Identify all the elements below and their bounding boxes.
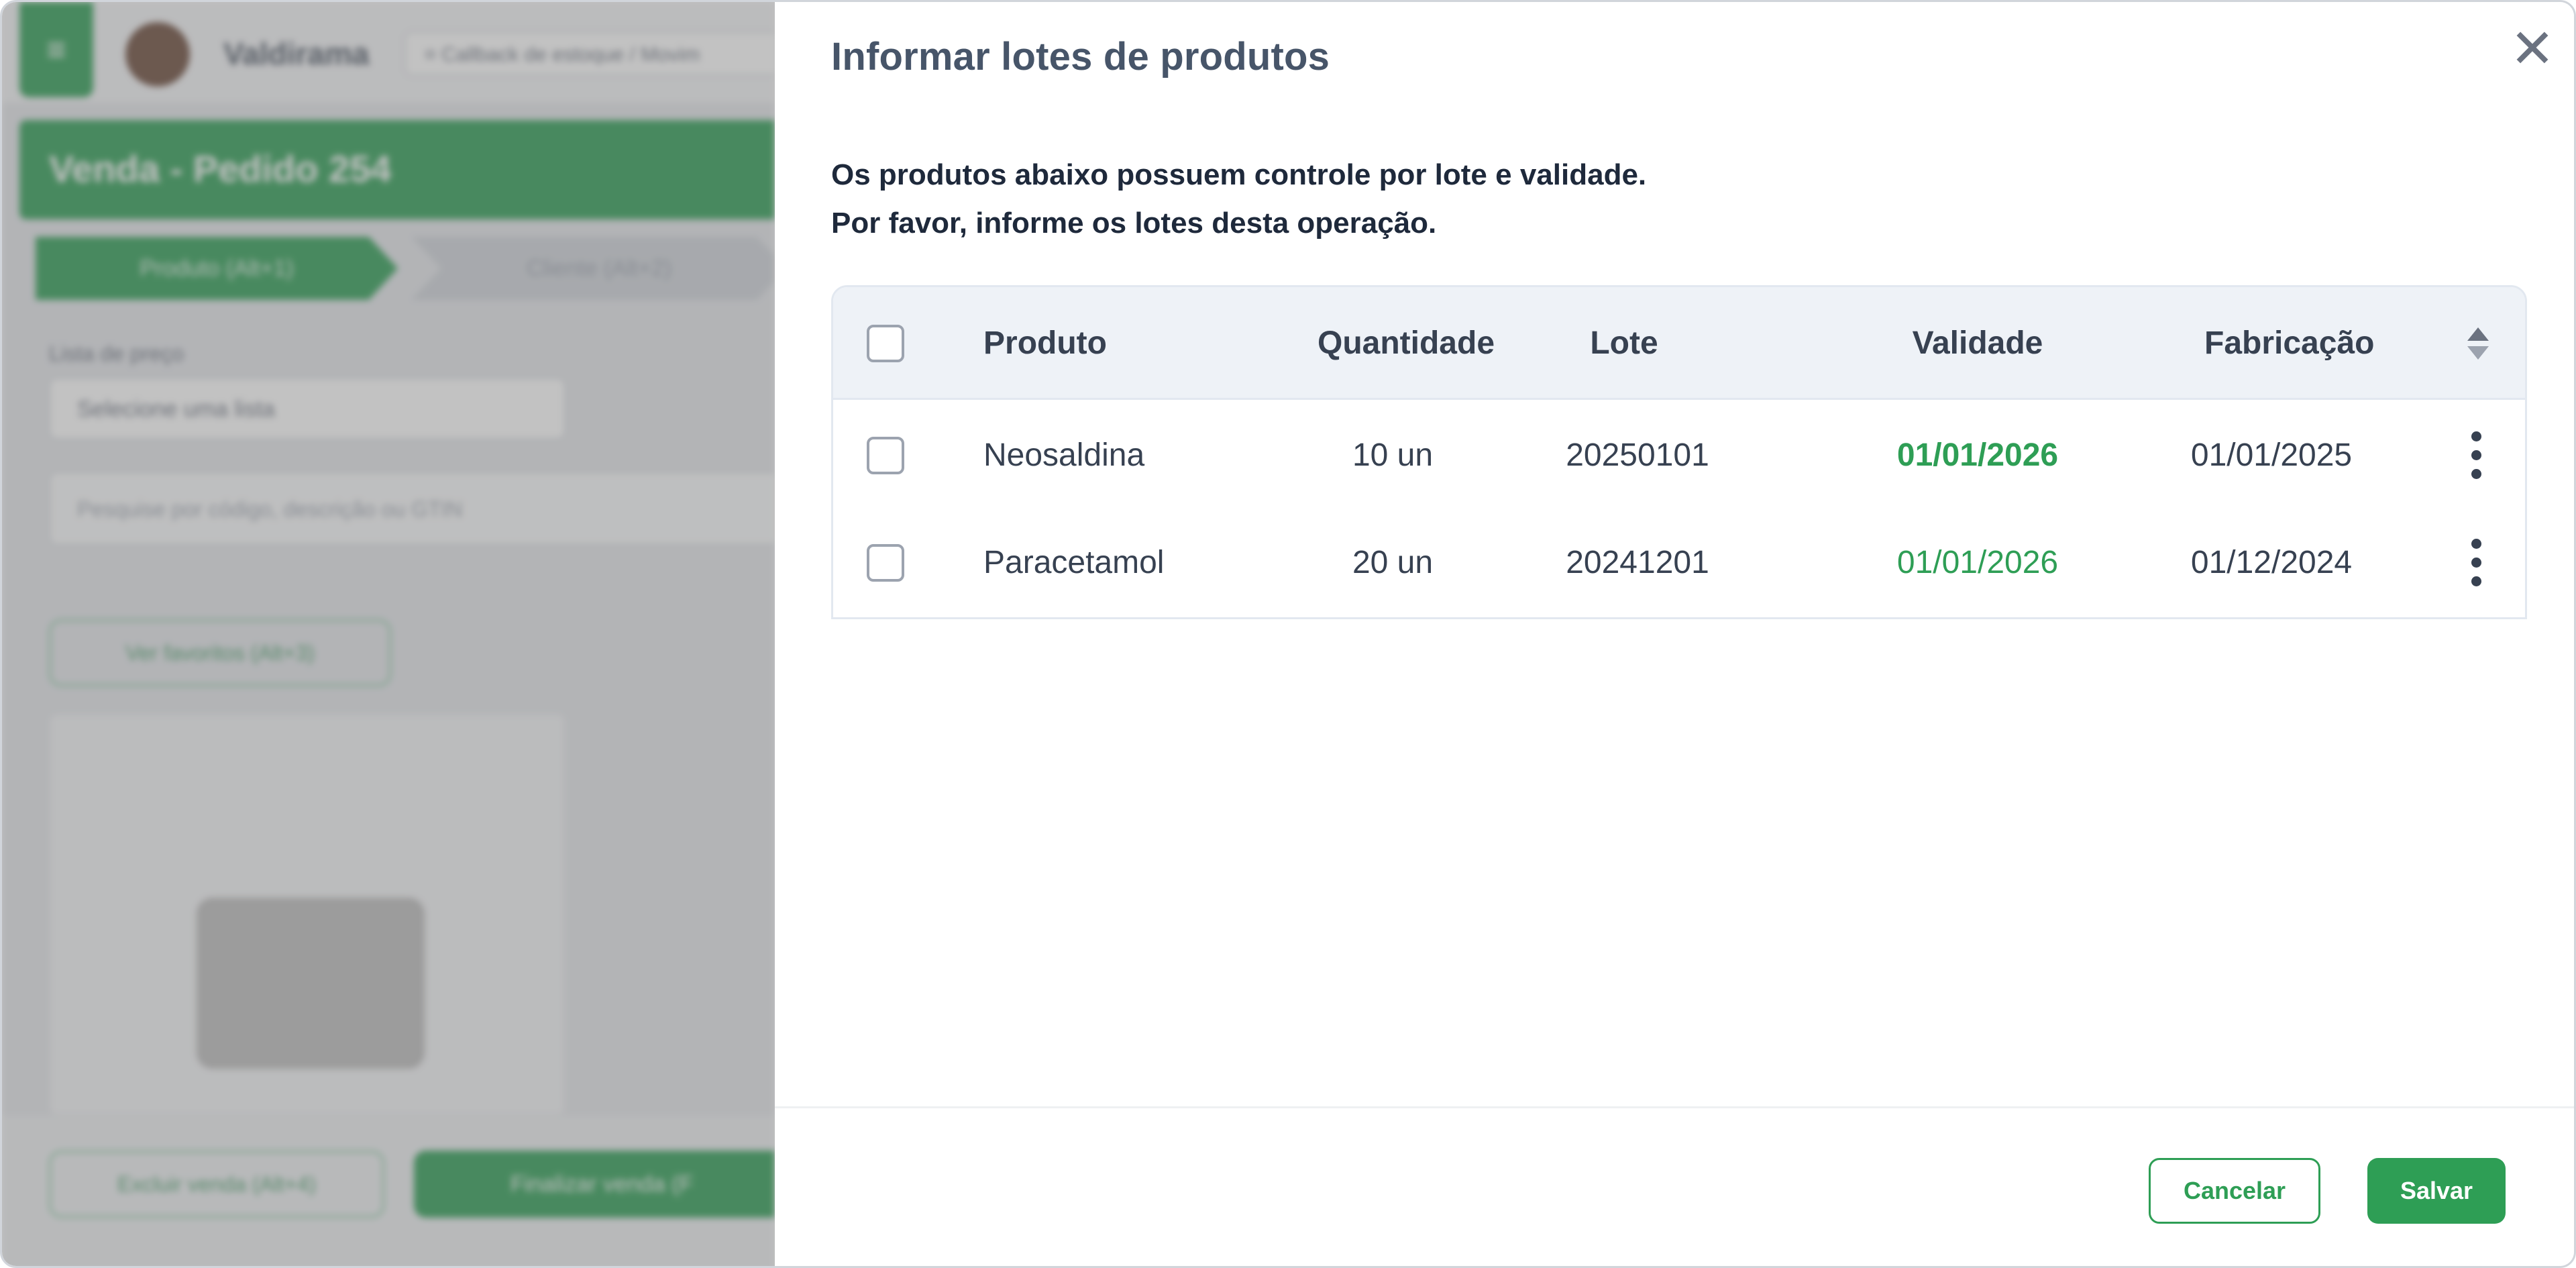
cell-fabricacao: 01/01/2025 — [2190, 437, 2353, 473]
modal-footer: Cancelar Salvar — [775, 1106, 2574, 1266]
cancel-button[interactable]: Cancelar — [2149, 1158, 2320, 1224]
table-header: Produto Quantidade Lote Validade Fabrica… — [833, 287, 2525, 400]
intro-line-2: Por favor, informe os lotes desta operaç… — [831, 207, 1437, 240]
header-quantidade: Quantidade — [1317, 325, 1495, 361]
more-options-icon[interactable] — [2463, 429, 2490, 482]
cell-produto: Paracetamol — [983, 545, 1165, 580]
header-lote: Lote — [1590, 325, 1658, 361]
app-window: ≡ Valdirama ⌗ Callback de estoque / Movi… — [0, 0, 2576, 1268]
table-row: Neosaldina 10 un 20250101 01/01/2026 01/… — [833, 402, 2525, 509]
cell-validade: 01/01/2026 — [1896, 545, 2059, 580]
batch-table: Produto Quantidade Lote Validade Fabrica… — [831, 285, 2527, 619]
cell-quantidade: 10 un — [1352, 437, 1434, 473]
more-options-icon[interactable] — [2463, 536, 2490, 590]
cell-validade: 01/01/2026 — [1896, 437, 2059, 473]
cell-quantidade: 20 un — [1352, 545, 1434, 580]
row-checkbox[interactable] — [867, 544, 904, 582]
save-button[interactable]: Salvar — [2367, 1158, 2506, 1224]
close-icon[interactable]: ✕ — [2506, 22, 2559, 76]
sort-icon[interactable] — [2466, 326, 2490, 361]
modal-title: Informar lotes de produtos — [831, 35, 1330, 78]
header-produto: Produto — [983, 325, 1107, 361]
intro-line-1: Os produtos abaixo possuem controle por … — [831, 158, 1647, 191]
cell-fabricacao: 01/12/2024 — [2190, 545, 2353, 580]
select-all-checkbox[interactable] — [867, 325, 904, 362]
modal-intro: Os produtos abaixo possuem controle por … — [831, 151, 1646, 248]
cell-produto: Neosaldina — [983, 437, 1145, 473]
cell-lote: 20250101 — [1566, 437, 1709, 473]
batch-modal: Informar lotes de produtos ✕ Os produtos… — [775, 2, 2574, 1266]
header-fabricacao: Fabricação — [2204, 325, 2375, 361]
header-validade: Validade — [1912, 325, 2043, 361]
row-checkbox[interactable] — [867, 437, 904, 474]
modal-backdrop[interactable] — [2, 2, 775, 1266]
cell-lote: 20241201 — [1566, 545, 1709, 580]
table-row: Paracetamol 20 un 20241201 01/01/2026 01… — [833, 509, 2525, 617]
